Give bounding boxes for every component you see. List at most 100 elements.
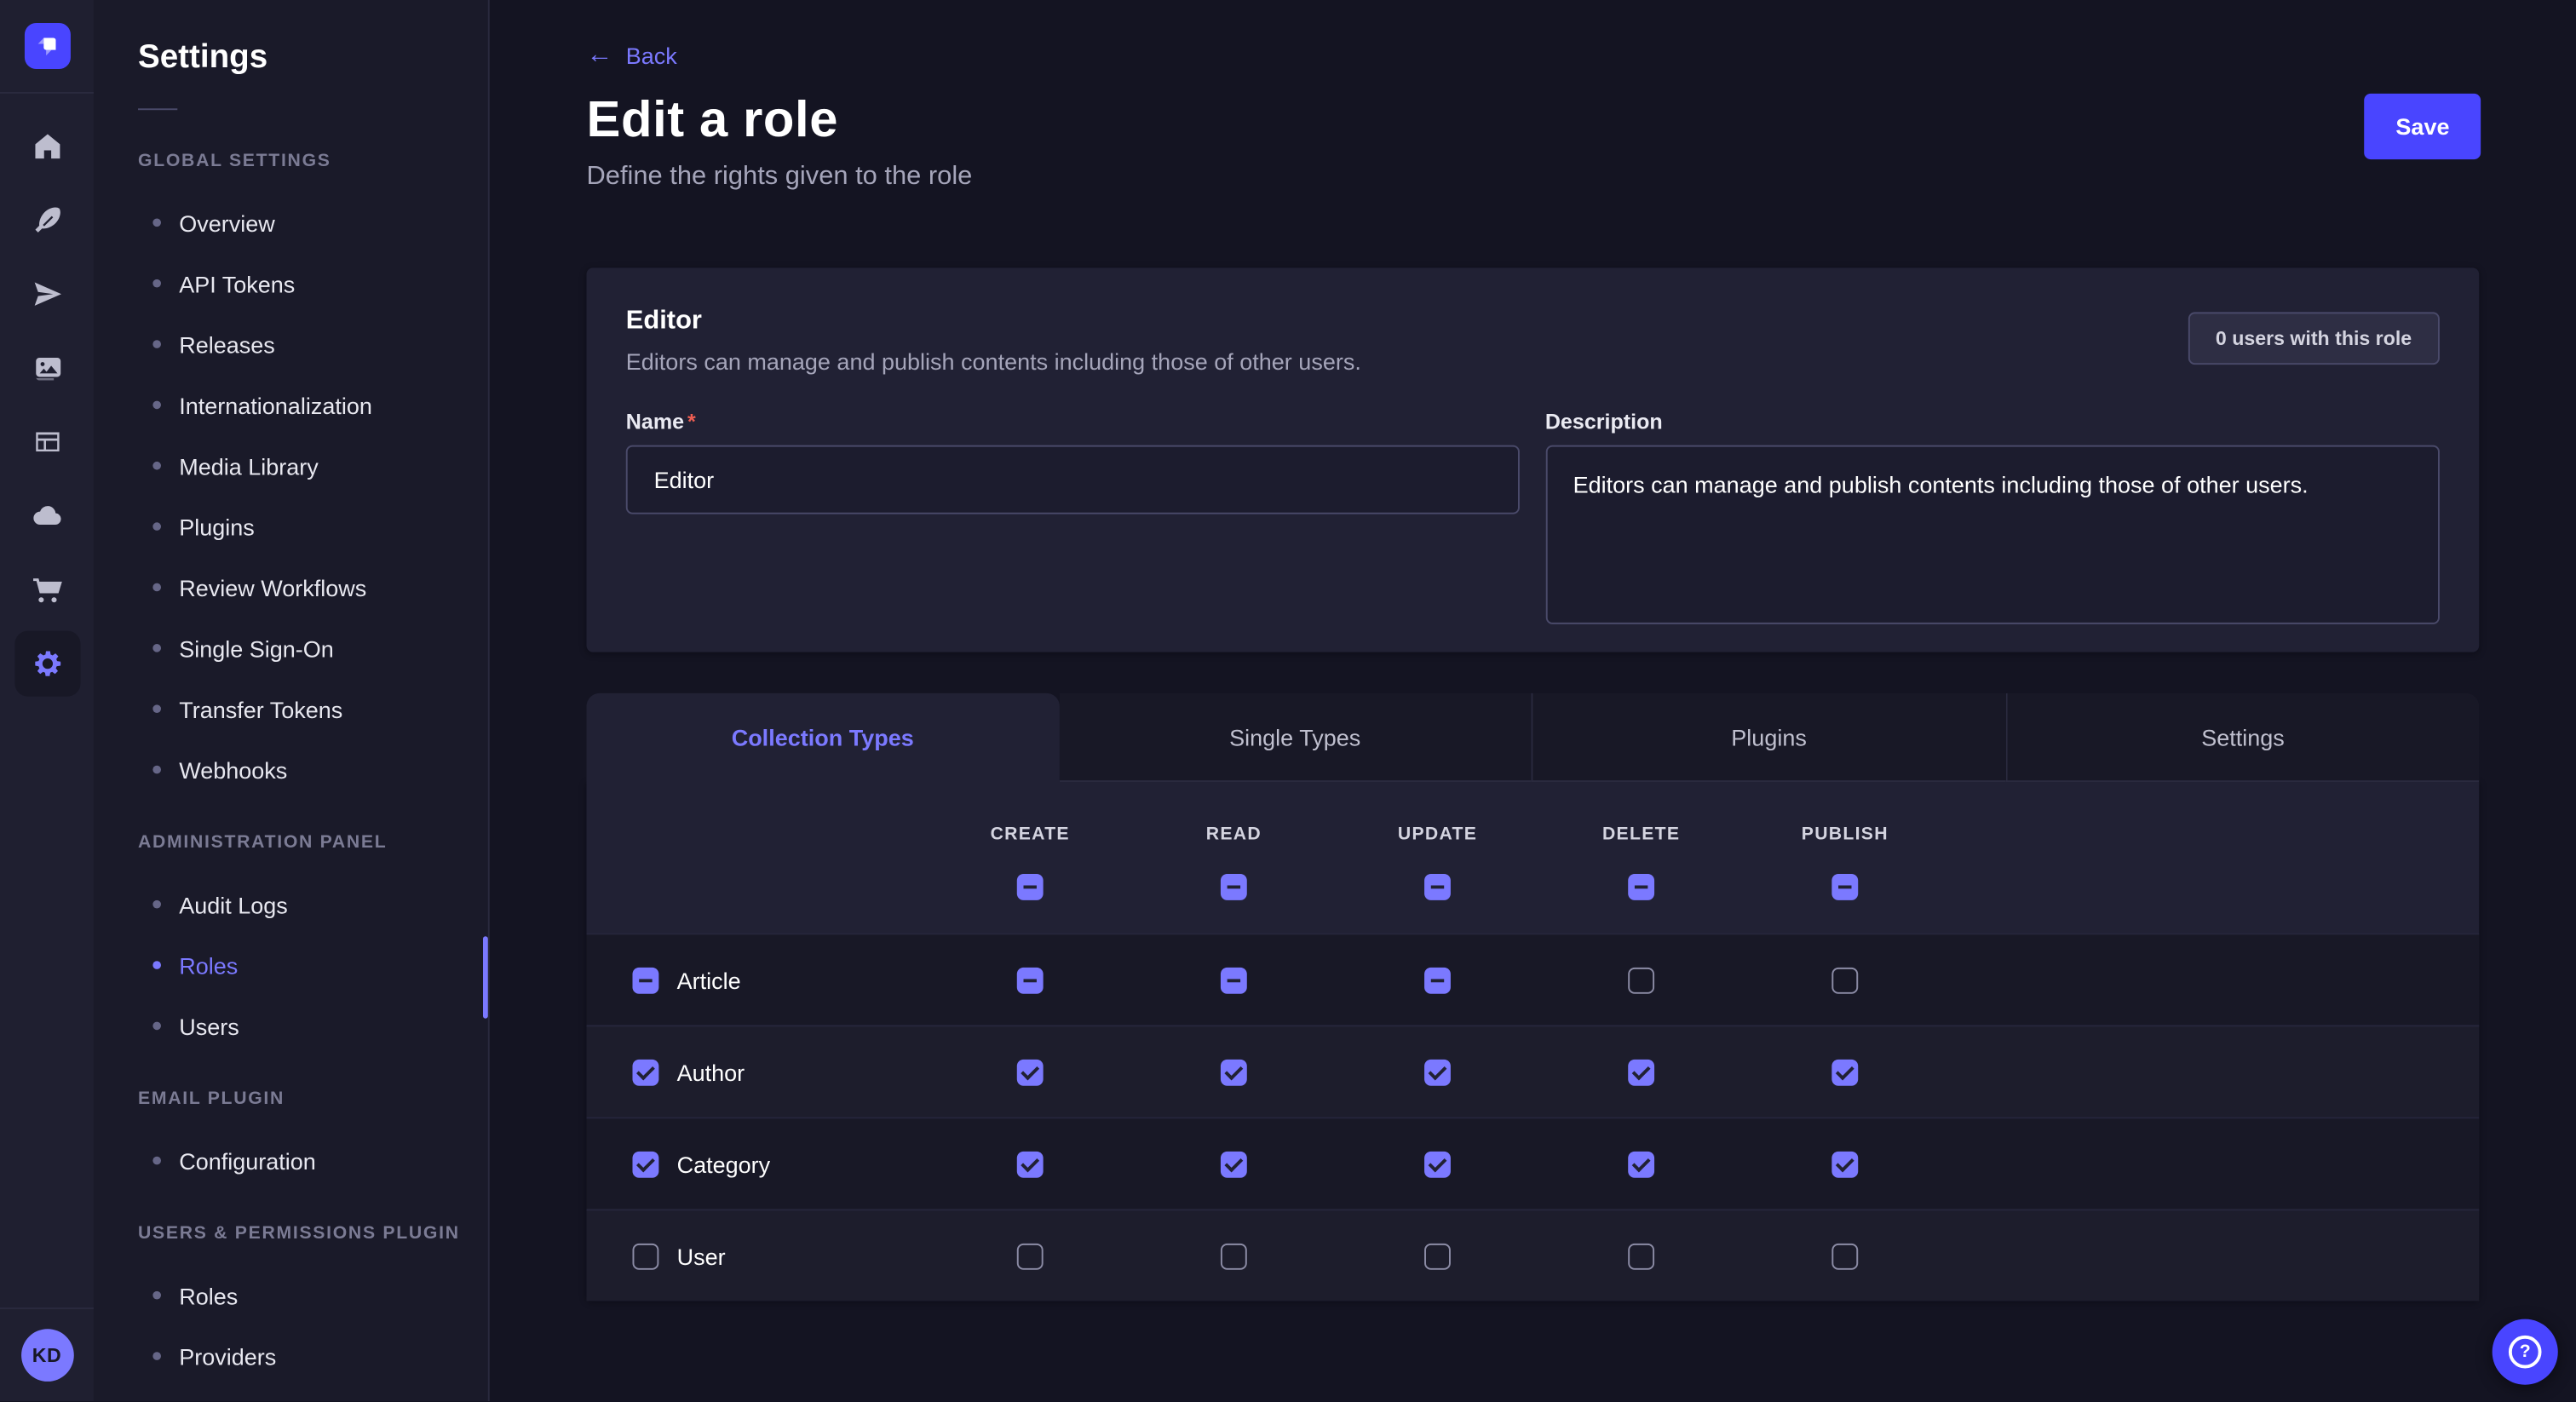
checkbox-category-create[interactable]	[1017, 1151, 1044, 1177]
checkbox-select-all-publish[interactable]	[1831, 874, 1858, 900]
checkbox-author-publish[interactable]	[1831, 1059, 1858, 1085]
sidebar-section-global-settings: GLOBAL SETTINGS	[138, 151, 488, 170]
rail-item-gear[interactable]	[14, 631, 79, 697]
paper-plane-icon	[31, 278, 64, 311]
sidebar-item-plugins[interactable]: Plugins	[94, 496, 488, 556]
help-button[interactable]: ?	[2493, 1319, 2558, 1385]
checkbox-author-delete[interactable]	[1628, 1059, 1654, 1085]
table-row-category: Category	[586, 1117, 2479, 1209]
checkbox-article-create[interactable]	[1017, 967, 1044, 993]
checkbox-select-all-create[interactable]	[1017, 874, 1044, 900]
back-link[interactable]: ← Back	[586, 43, 676, 69]
rail-item-cloud[interactable]	[14, 483, 79, 549]
checkbox-select-all-delete[interactable]	[1628, 874, 1654, 900]
sidebar-item-providers[interactable]: Providers	[94, 1325, 488, 1386]
table-row-author: Author	[586, 1025, 2479, 1117]
sidebar-item-label: API Tokens	[179, 270, 295, 296]
users-count-badge[interactable]: 0 users with this role	[2188, 312, 2440, 365]
rail-item-cart[interactable]	[14, 557, 79, 623]
checkbox-category-publish[interactable]	[1831, 1151, 1858, 1177]
rail-icons	[0, 113, 94, 697]
sidebar-item-configuration[interactable]: Configuration	[94, 1130, 488, 1191]
sidebar-item-label: Review Workflows	[179, 574, 366, 600]
sidebar-item-webhooks[interactable]: Webhooks	[94, 739, 488, 800]
bullet-icon	[152, 961, 161, 969]
sidebar-title: Settings	[138, 39, 267, 77]
bullet-icon	[152, 401, 161, 410]
rail-item-home[interactable]	[14, 113, 79, 179]
checkbox-article-row[interactable]	[632, 967, 658, 993]
tab-single-types[interactable]: Single Types	[1059, 693, 1531, 782]
main-nav-rail: KD	[0, 0, 94, 1401]
checkbox-user-delete[interactable]	[1628, 1243, 1654, 1269]
sidebar-item-label: Releases	[179, 331, 275, 358]
column-header-update: UPDATE	[1336, 825, 1539, 844]
sidebar-item-overview[interactable]: Overview	[94, 192, 488, 253]
checkbox-user-create[interactable]	[1017, 1243, 1044, 1269]
sidebar-item-review-workflows[interactable]: Review Workflows	[94, 557, 488, 618]
sidebar-item-releases[interactable]: Releases	[94, 313, 488, 374]
checkbox-article-publish[interactable]	[1831, 967, 1858, 993]
checkbox-author-create[interactable]	[1017, 1059, 1044, 1085]
sidebar-item-api-tokens[interactable]: API Tokens	[94, 253, 488, 313]
save-button[interactable]: Save	[2365, 94, 2481, 159]
checkbox-user-update[interactable]	[1424, 1243, 1451, 1269]
bullet-icon	[152, 1157, 161, 1165]
checkbox-author-read[interactable]	[1221, 1059, 1247, 1085]
checkbox-category-row[interactable]	[632, 1151, 658, 1177]
tab-collection-types[interactable]: Collection Types	[586, 693, 1058, 782]
sidebar-item-roles[interactable]: Roles	[94, 1265, 488, 1325]
checkbox-article-read[interactable]	[1221, 967, 1247, 993]
checkbox-category-update[interactable]	[1424, 1151, 1451, 1177]
checkbox-author-row[interactable]	[632, 1059, 658, 1085]
checkbox-select-all-read[interactable]	[1221, 874, 1247, 900]
strapi-logo[interactable]	[24, 23, 70, 69]
tab-settings[interactable]: Settings	[2005, 693, 2479, 782]
checkbox-category-delete[interactable]	[1628, 1151, 1654, 1177]
sidebar-item-roles[interactable]: Roles	[94, 934, 488, 995]
column-header-create: CREATE	[929, 825, 1132, 844]
checkbox-user-row[interactable]	[632, 1243, 658, 1269]
bullet-icon	[152, 279, 161, 288]
checkbox-category-read[interactable]	[1221, 1151, 1247, 1177]
description-label: Description	[1545, 409, 2440, 434]
sidebar-item-transfer-tokens[interactable]: Transfer Tokens	[94, 678, 488, 738]
sidebar-item-label: Users	[179, 1013, 239, 1039]
rail-item-layout[interactable]	[14, 409, 79, 474]
question-mark-icon: ?	[2509, 1336, 2542, 1369]
table-row-article: Article	[586, 933, 2479, 1025]
name-input[interactable]	[626, 445, 1519, 514]
description-input[interactable]: Editors can manage and publish contents …	[1545, 445, 2440, 624]
sidebar-item-single-sign-on[interactable]: Single Sign-On	[94, 618, 488, 678]
role-card-header: Editor Editors can manage and publish co…	[626, 307, 2440, 375]
avatar[interactable]: KD	[20, 1329, 73, 1382]
name-label: Name*	[626, 409, 1519, 434]
rail-item-feather[interactable]	[14, 187, 79, 253]
checkbox-article-update[interactable]	[1424, 967, 1451, 993]
sidebar-item-label: Configuration	[179, 1147, 316, 1174]
checkbox-article-delete[interactable]	[1628, 967, 1654, 993]
tab-plugins[interactable]: Plugins	[1531, 693, 2004, 782]
sidebar-section-administration-panel: ADMINISTRATION PANEL	[138, 833, 488, 853]
sidebar-item-media-library[interactable]: Media Library	[94, 435, 488, 496]
checkbox-author-update[interactable]	[1424, 1059, 1451, 1085]
cloud-icon	[31, 499, 64, 532]
checkbox-select-all-update[interactable]	[1424, 874, 1451, 900]
bullet-icon	[152, 644, 161, 652]
bullet-icon	[152, 704, 161, 713]
rail-item-paper-plane[interactable]	[14, 261, 79, 327]
bullet-icon	[152, 462, 161, 470]
checkbox-user-read[interactable]	[1221, 1243, 1247, 1269]
bullet-icon	[152, 218, 161, 227]
settings-sidebar: Settings GLOBAL SETTINGS Overview API Toke…	[94, 0, 490, 1401]
sidebar-item-label: Audit Logs	[179, 891, 288, 917]
sidebar-item-internationalization[interactable]: Internationalization	[94, 375, 488, 435]
sidebar-title-divider	[138, 108, 177, 110]
sidebar-item-audit-logs[interactable]: Audit Logs	[94, 874, 488, 934]
sidebar-item-label: Roles	[179, 952, 238, 979]
checkbox-user-publish[interactable]	[1831, 1243, 1858, 1269]
bullet-icon	[152, 1291, 161, 1300]
sidebar-item-users[interactable]: Users	[94, 996, 488, 1056]
rail-item-images[interactable]	[14, 335, 79, 400]
bullet-icon	[152, 340, 161, 348]
